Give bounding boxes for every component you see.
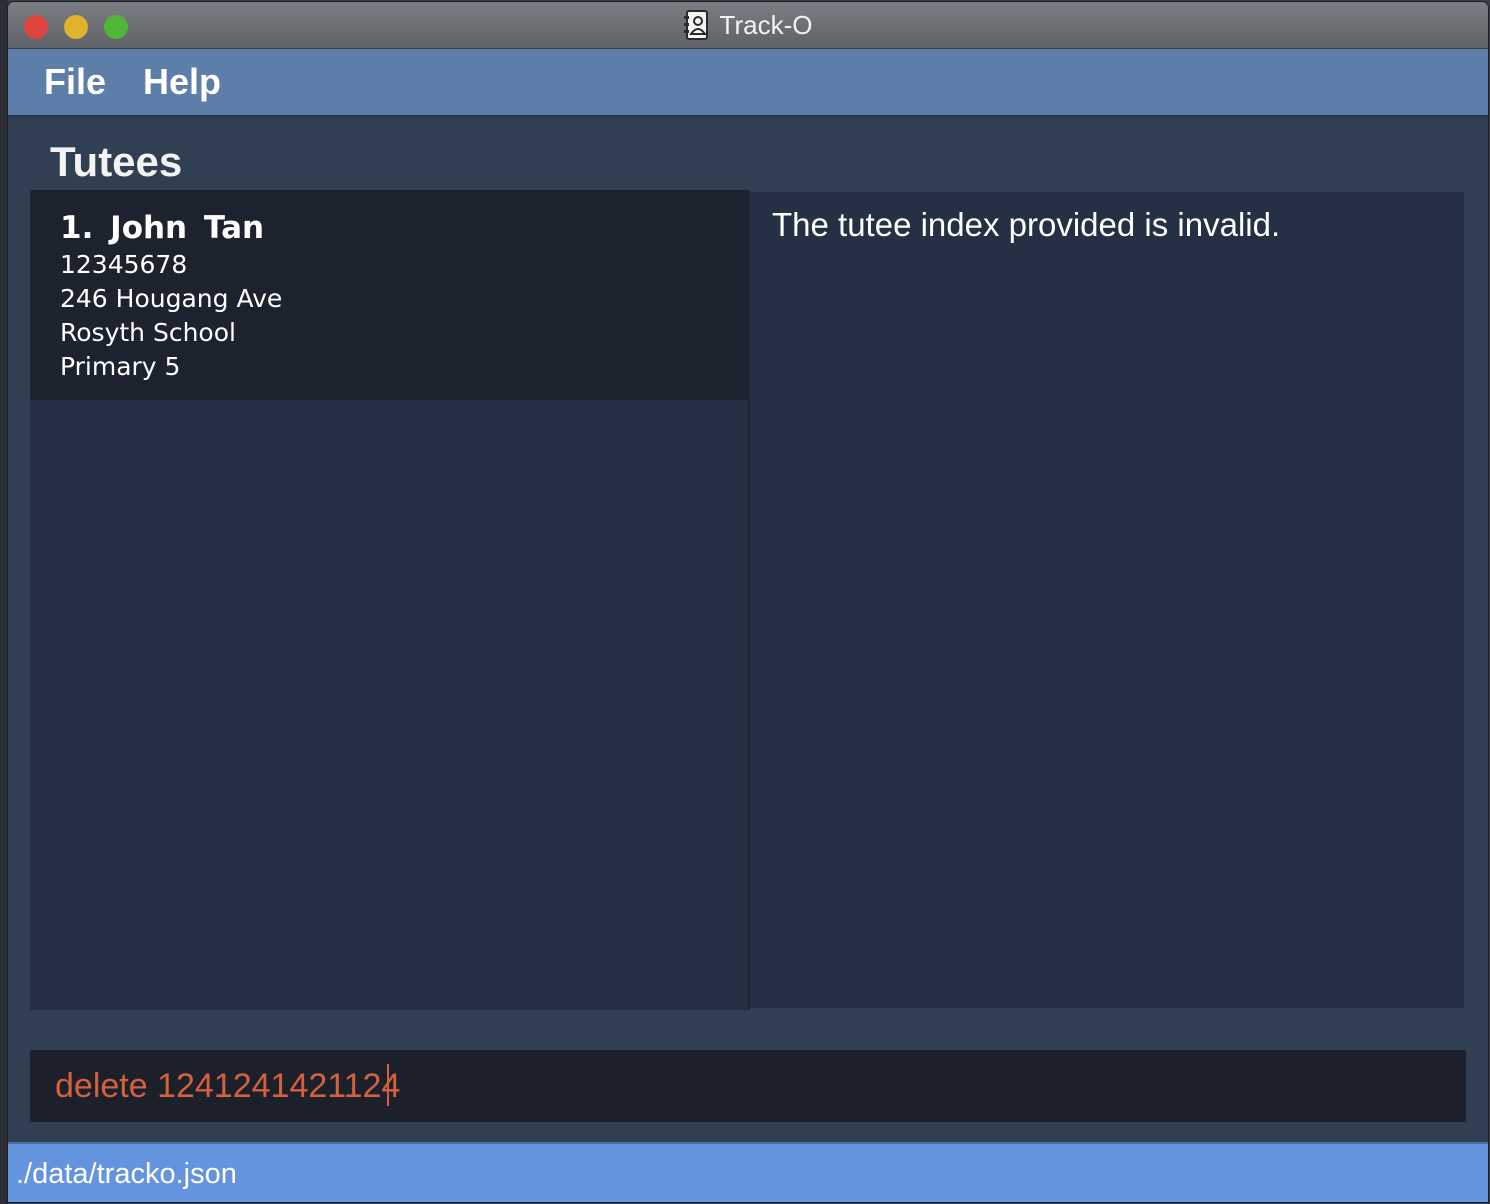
- tutees-heading: Tutees: [50, 138, 183, 185]
- command-input[interactable]: [30, 1050, 1466, 1122]
- tutee-name: John Tan: [110, 210, 265, 246]
- tutee-list-panel[interactable]: 1. John Tan 12345678 246 Hougang Ave Ros…: [30, 190, 750, 1010]
- menu-help[interactable]: Help: [143, 61, 221, 103]
- app-window: Track-O File Help Tutees 1. John Tan 123…: [8, 2, 1488, 1202]
- window-title: Track-O: [719, 9, 813, 40]
- result-display-panel: The tutee index provided is invalid.: [750, 192, 1464, 1008]
- command-box[interactable]: [30, 1050, 1466, 1122]
- text-caret: [387, 1064, 389, 1106]
- result-message: The tutee index provided is invalid.: [772, 206, 1281, 243]
- title-bar[interactable]: Track-O: [8, 2, 1488, 49]
- tutee-name-line: 1. John Tan: [60, 210, 264, 246]
- menu-file[interactable]: File: [44, 61, 106, 103]
- tutee-index: 1.: [60, 210, 94, 246]
- status-file-path: ./data/tracko.json: [16, 1158, 237, 1190]
- tutee-school: Rosyth School: [60, 318, 236, 347]
- tutee-address: 246 Hougang Ave: [60, 284, 283, 313]
- status-bar: ./data/tracko.json: [8, 1142, 1488, 1202]
- tutee-phone: 12345678: [60, 250, 188, 279]
- title-wrap: Track-O: [8, 2, 1488, 48]
- tutee-card[interactable]: 1. John Tan 12345678 246 Hougang Ave Ros…: [30, 190, 748, 400]
- tutee-level: Primary 5: [60, 352, 181, 381]
- contacts-book-icon: [683, 10, 710, 40]
- menu-bar: File Help: [8, 49, 1488, 117]
- background-window-edge: [0, 0, 8, 1204]
